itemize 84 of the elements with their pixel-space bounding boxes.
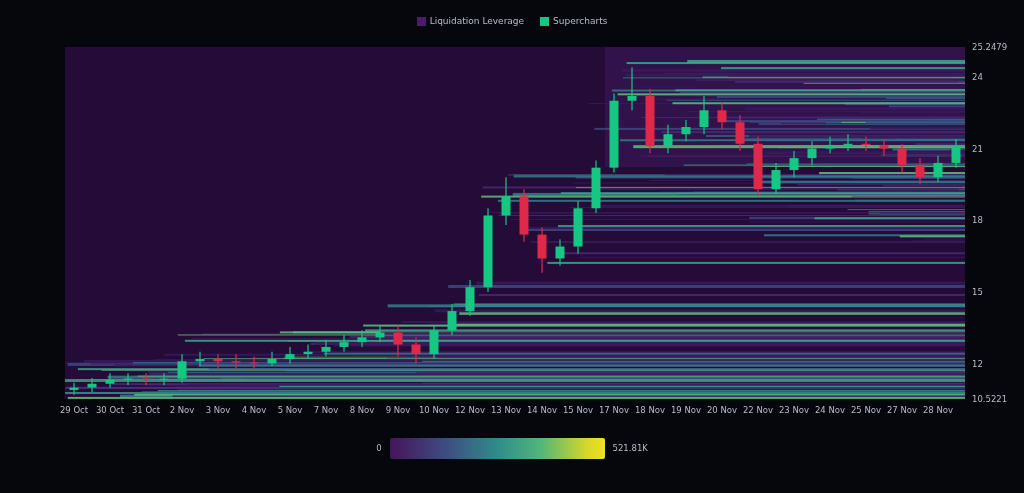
x-axis-label: 17 Nov: [598, 404, 630, 417]
candlestick: [321, 339, 331, 357]
candlestick: [303, 344, 313, 359]
candlestick: [645, 88, 655, 154]
candlestick: [339, 335, 349, 352]
scale-max-label: 521.81K: [612, 442, 648, 455]
x-axis-label: 5 Nov: [277, 404, 303, 417]
candlestick: [663, 124, 673, 154]
candlestick: [861, 136, 871, 151]
legend-label: Liquidation Leverage: [429, 14, 525, 28]
candlestick: [753, 136, 763, 197]
candlestick: [195, 351, 205, 367]
x-axis-label: 2 Nov: [169, 404, 195, 417]
legend-label: Supercharts: [553, 14, 608, 28]
x-axis-label: 27 Nov: [886, 404, 918, 417]
candlestick: [627, 67, 637, 111]
candlestick: [807, 141, 817, 166]
candlestick: [519, 189, 529, 242]
candlestick: [843, 134, 853, 151]
x-axis-label: 8 Nov: [349, 404, 375, 417]
candlestick: [933, 155, 943, 182]
candlestick: [375, 325, 385, 343]
scale-min-label: 0: [376, 442, 382, 455]
candlestick: [123, 373, 133, 386]
candlestick: [141, 373, 151, 386]
y-axis-label: 18: [972, 213, 983, 227]
candlestick: [951, 139, 961, 168]
x-axis-label: 22 Nov: [742, 404, 774, 417]
candlestick: [231, 354, 241, 369]
candlestick: [555, 239, 565, 266]
x-axis-label: 13 Nov: [490, 404, 522, 417]
candlestick: [357, 330, 367, 347]
x-axis-label: 25 Nov: [850, 404, 882, 417]
candlestick: [69, 382, 79, 395]
candlestick: [429, 325, 439, 359]
candlestick: [879, 139, 889, 156]
candlestick: [537, 227, 547, 273]
candlestick: [591, 160, 601, 214]
x-axis-label: 3 Nov: [205, 404, 231, 417]
x-axis-label: 15 Nov: [562, 404, 594, 417]
x-axis-label: 14 Nov: [526, 404, 558, 417]
x-axis-label: 9 Nov: [385, 404, 411, 417]
y-axis-label: 24: [972, 70, 983, 84]
x-axis-label: 24 Nov: [814, 404, 846, 417]
candlestick: [771, 162, 781, 194]
x-axis-label: 20 Nov: [706, 404, 738, 417]
candlestick: [159, 373, 169, 386]
candlestick: [87, 378, 97, 393]
y-axis-label: 25.2479: [972, 40, 1008, 54]
candlestick: [411, 337, 421, 364]
y-axis-label: 10.5221: [972, 392, 1008, 406]
y-axis-label: 21: [972, 142, 983, 155]
candlestick: [213, 354, 223, 369]
candlestick: [681, 119, 691, 142]
candlestick: [825, 136, 835, 154]
x-axis-label: 28 Nov: [922, 404, 954, 417]
candlestick: [573, 201, 583, 254]
candlestick: [249, 356, 259, 369]
candlestick: [105, 373, 115, 388]
candlestick: [267, 351, 277, 367]
x-axis-label: 18 Nov: [634, 404, 666, 417]
y-axis-label: 15: [972, 285, 983, 299]
candlestick: [285, 346, 295, 364]
candlestick: [915, 158, 925, 185]
candlestick: [501, 177, 511, 226]
candlestick: [717, 103, 727, 130]
x-axis-label: 31 Oct: [131, 404, 161, 417]
x-axis-label: 29 Oct: [59, 404, 89, 417]
candlestick: [465, 280, 475, 316]
candlestick: [789, 150, 799, 178]
x-axis-label: 12 Nov: [454, 404, 486, 417]
candlestick: [699, 95, 709, 135]
candlestick: [393, 325, 403, 357]
x-axis-label: 19 Nov: [670, 404, 702, 417]
x-axis-label: 4 Nov: [241, 404, 267, 417]
candlestick: [177, 354, 187, 383]
x-axis-label: 7 Nov: [313, 404, 339, 417]
candlestick: [897, 143, 907, 173]
x-axis-label: 10 Nov: [418, 404, 450, 417]
x-axis-label: 30 Oct: [95, 404, 125, 417]
candlestick: [447, 303, 457, 335]
x-axis-label: 23 Nov: [778, 404, 810, 417]
candlestick: [735, 115, 745, 151]
y-axis-label: 12: [972, 357, 983, 371]
